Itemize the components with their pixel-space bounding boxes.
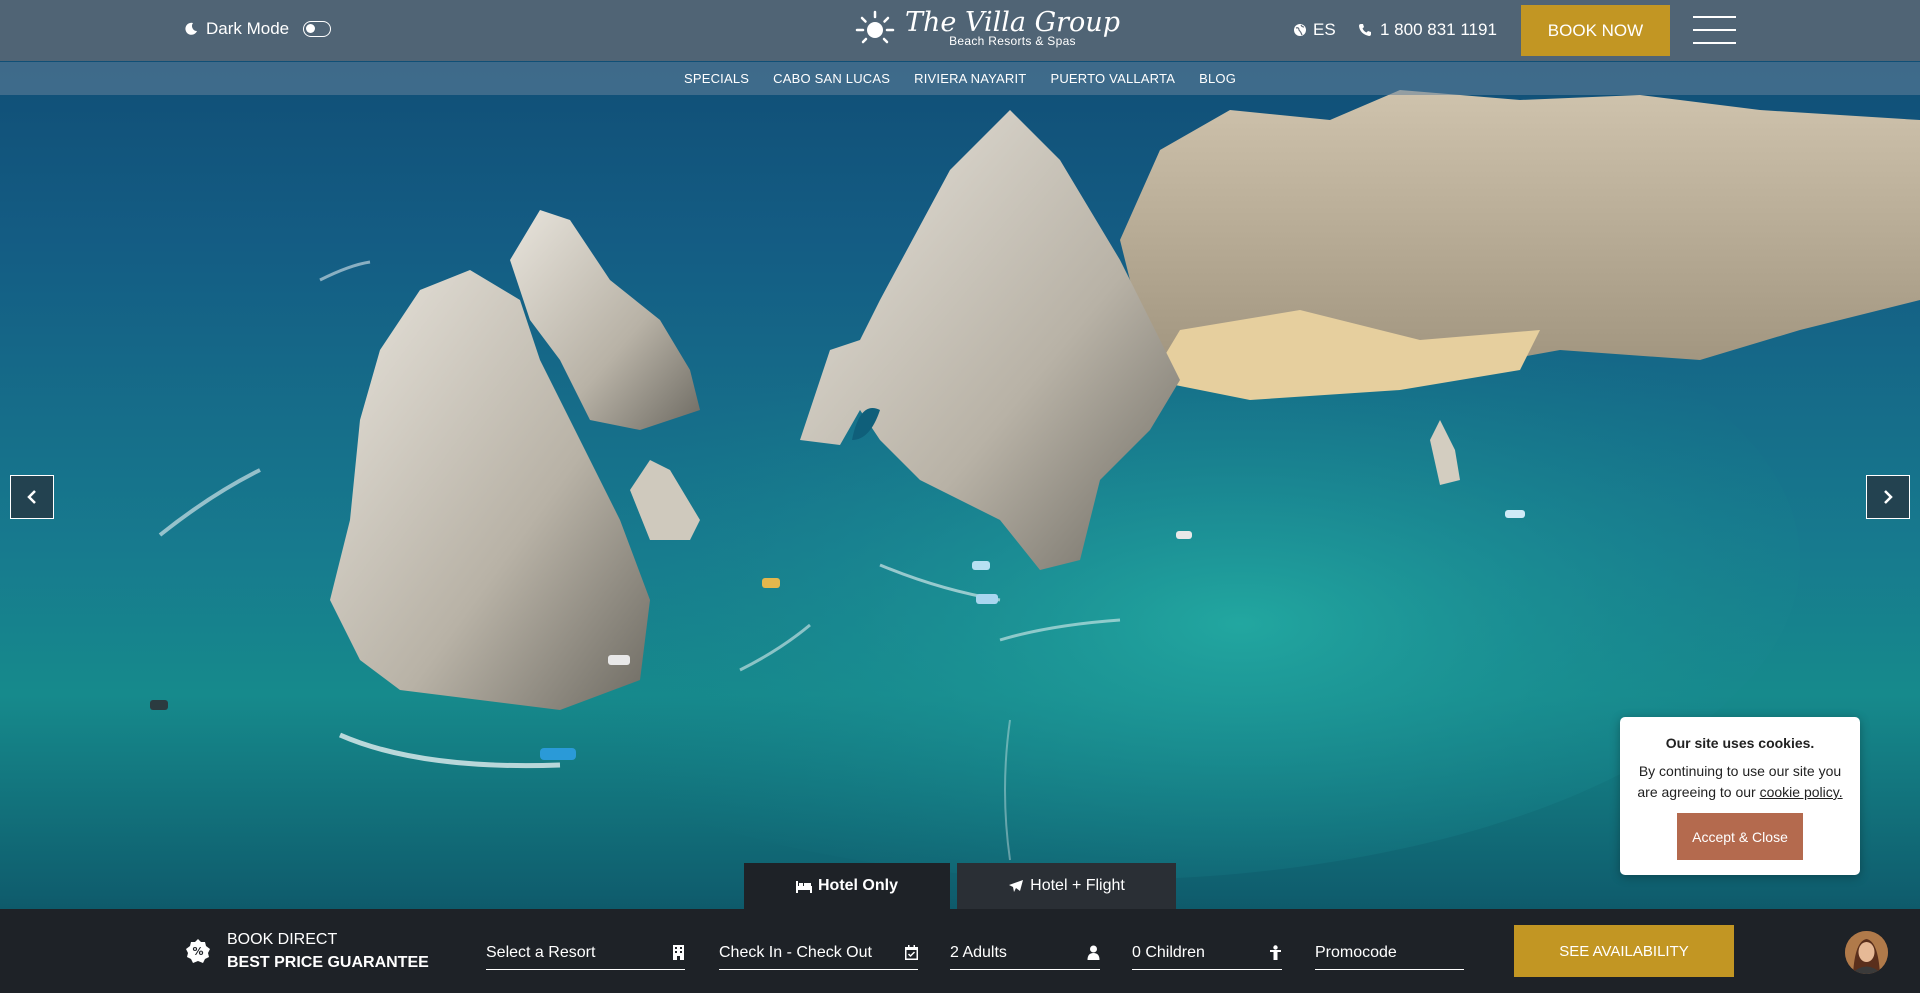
promocode-placeholder: Promocode [1315,943,1397,961]
adults-value: 2 Adults [950,943,1007,961]
children-select[interactable]: 0 Children [1132,938,1282,970]
book-now-button[interactable]: BOOK NOW [1521,5,1670,56]
cookie-policy-link[interactable]: cookie policy. [1760,784,1843,800]
chat-avatar[interactable] [1845,931,1888,974]
language-switch[interactable]: ES [1293,20,1336,40]
tab-hotel-flight-label: Hotel + Flight [1030,877,1125,894]
nav-cabo-san-lucas[interactable]: CABO SAN LUCAS [773,71,890,86]
nav-puerto-vallarta[interactable]: PUERTO VALLARTA [1050,71,1175,86]
logo-tagline: Beach Resorts & Spas [949,34,1076,48]
carousel-next-button[interactable] [1866,475,1910,519]
nav-riviera-nayarit[interactable]: RIVIERA NAYARIT [914,71,1026,86]
children-value: 0 Children [1132,943,1205,961]
menu-icon[interactable] [1693,16,1736,44]
sun-logo-icon [855,10,895,44]
child-icon [1270,945,1281,960]
moon-icon [185,22,197,35]
cookie-banner: Our site uses cookies. By continuing to … [1620,717,1860,875]
tab-hotel-flight[interactable]: Hotel + Flight [957,863,1176,909]
language-label: ES [1313,20,1336,39]
dark-mode-toggle[interactable] [303,21,332,37]
top-bar: Dark Mode The Villa Group Beach Resorts … [0,0,1920,61]
calendar-icon [905,945,918,960]
svg-text:%: % [192,945,203,958]
accept-close-button[interactable]: Accept & Close [1677,813,1803,860]
bed-icon [795,881,812,893]
promocode-input[interactable]: Promocode [1315,938,1464,970]
resort-select[interactable]: Select a Resort [486,938,685,970]
phone-link[interactable]: 1 800 831 1191 [1358,20,1497,40]
user-icon [1087,945,1100,960]
avatar-image [1845,931,1888,974]
nav-blog[interactable]: BLOG [1199,71,1236,86]
see-availability-button[interactable]: SEE AVAILABILITY [1514,925,1734,977]
logo-wordmark: The Villa Group [905,7,1120,38]
guarantee-line1: BOOK DIRECT [227,931,338,948]
tab-hotel-only-label: Hotel Only [817,877,898,894]
plane-icon [1009,880,1024,892]
chevron-right-icon [1884,490,1893,504]
guarantee-line2: BEST PRICE GUARANTEE [227,954,429,971]
resort-select-value: Select a Resort [486,943,596,961]
price-guarantee: % BOOK DIRECT BEST PRICE GUARANTEE [186,928,429,974]
building-icon [673,945,684,960]
adults-select[interactable]: 2 Adults [950,938,1100,970]
dark-mode-label: Dark Mode [206,19,290,38]
phone-number: 1 800 831 1191 [1380,20,1497,39]
date-range-value: Check In - Check Out [719,943,872,961]
nav-specials[interactable]: SPECIALS [684,71,749,86]
tab-hotel-only[interactable]: Hotel Only [744,863,950,909]
globe-icon [1294,24,1306,36]
dark-mode-control[interactable]: Dark Mode [184,19,332,39]
chevron-left-icon [27,490,36,504]
date-range-input[interactable]: Check In - Check Out [719,938,918,970]
phone-icon [1359,24,1371,36]
brand-logo[interactable]: The Villa Group Beach Resorts & Spas [855,8,1120,48]
booking-bar: % BOOK DIRECT BEST PRICE GUARANTEE Selec… [0,909,1920,993]
percent-icon: % [186,939,210,963]
cookie-body: By continuing to use our site you are ag… [1636,761,1844,803]
destination-nav: SPECIALS CABO SAN LUCAS RIVIERA NAYARIT … [0,62,1920,95]
carousel-prev-button[interactable] [10,475,54,519]
cookie-title: Our site uses cookies. [1665,735,1815,751]
